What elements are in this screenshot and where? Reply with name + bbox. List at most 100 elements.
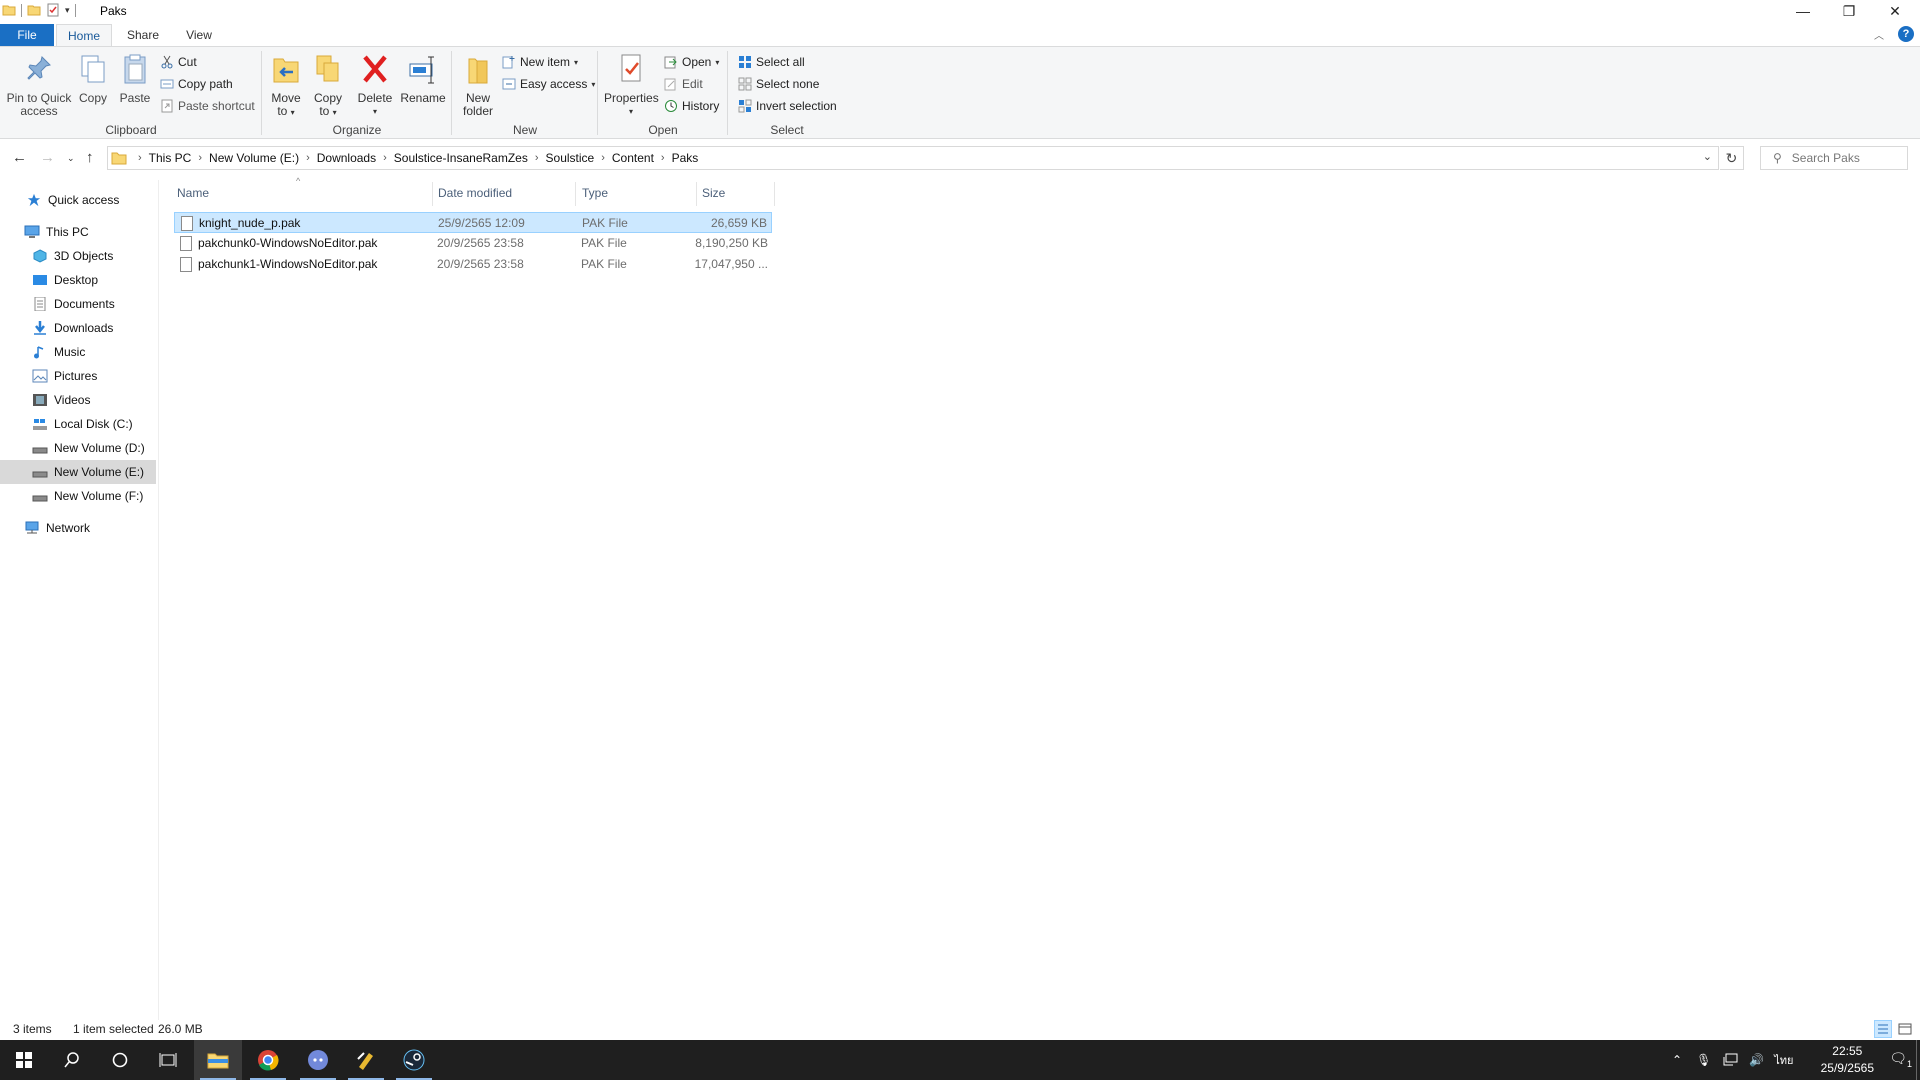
select-none-button[interactable]: Select none: [738, 75, 819, 93]
nav-item-downloads[interactable]: Downloads: [0, 316, 156, 340]
forward-arrow-icon[interactable]: →: [40, 149, 55, 166]
nav-item-local-disk-c[interactable]: Local Disk (C:): [0, 412, 156, 436]
paste-button[interactable]: Paste: [118, 53, 152, 105]
taskbar-file-explorer[interactable]: [194, 1040, 242, 1080]
microphone-icon[interactable]: 🎙: [1696, 1053, 1711, 1067]
column-header-name[interactable]: Name: [177, 182, 209, 204]
history-button[interactable]: History: [664, 97, 719, 115]
rename-button[interactable]: Rename: [400, 53, 446, 105]
cortana-button[interactable]: [96, 1040, 144, 1080]
network-icon[interactable]: [1723, 1053, 1739, 1067]
collapse-ribbon-icon[interactable]: ︿: [1874, 27, 1884, 42]
column-header-date[interactable]: Date modified: [438, 182, 512, 204]
tab-share[interactable]: Share: [116, 24, 170, 46]
new-folder-icon[interactable]: [27, 3, 41, 17]
file-row[interactable]: knight_nude_p.pak 25/9/2565 12:09 PAK Fi…: [174, 212, 772, 233]
breadcrumb-item[interactable]: Soulstice-InsaneRamZes: [394, 151, 528, 165]
tab-home[interactable]: Home: [56, 24, 112, 46]
easy-access-button[interactable]: Easy access ▾: [502, 75, 595, 93]
breadcrumb-item[interactable]: Content: [612, 151, 654, 165]
file-row[interactable]: pakchunk0-WindowsNoEditor.pak 20/9/2565 …: [174, 233, 772, 254]
move-to-button[interactable]: Move to ▾: [268, 53, 304, 119]
nav-item-volume-f[interactable]: New Volume (F:): [0, 484, 156, 508]
file-row[interactable]: pakchunk1-WindowsNoEditor.pak 20/9/2565 …: [174, 254, 772, 275]
details-view-icon[interactable]: [1874, 1020, 1892, 1038]
show-hidden-icons-icon[interactable]: ⌃: [1672, 1053, 1682, 1067]
column-separator[interactable]: [575, 182, 576, 206]
show-desktop-button[interactable]: [1916, 1040, 1920, 1080]
refresh-button[interactable]: ↻: [1720, 146, 1744, 170]
nav-item-this-pc[interactable]: This PC: [0, 220, 156, 244]
cut-button[interactable]: Cut: [160, 53, 197, 71]
search-button[interactable]: [48, 1040, 96, 1080]
properties-icon[interactable]: [46, 3, 60, 17]
nav-item-desktop[interactable]: Desktop: [0, 268, 156, 292]
new-item-button[interactable]: New item ▾: [502, 53, 578, 71]
dropdown-caret-icon: ▾: [372, 107, 377, 116]
recent-locations-icon[interactable]: ⌄: [67, 153, 75, 164]
breadcrumb-item[interactable]: Paks: [672, 151, 699, 165]
start-button[interactable]: [0, 1040, 48, 1080]
delete-button[interactable]: Delete ▾: [356, 53, 394, 118]
taskbar-app[interactable]: [342, 1040, 390, 1080]
column-header-type[interactable]: Type: [582, 182, 608, 204]
address-bar[interactable]: › This PC › New Volume (E:) › Downloads › Souls…: [107, 146, 1719, 170]
help-icon[interactable]: ?: [1898, 26, 1914, 42]
nav-item-quick-access[interactable]: Quick access: [0, 188, 156, 212]
pane-splitter[interactable]: [158, 180, 159, 1020]
nav-item-volume-e[interactable]: New Volume (E:): [0, 460, 156, 484]
nav-item-network[interactable]: Network: [0, 516, 156, 540]
back-arrow-icon[interactable]: ←: [12, 149, 27, 166]
copy-to-button[interactable]: Copy to ▾: [310, 53, 346, 119]
nav-item-documents[interactable]: Documents: [0, 292, 156, 316]
breadcrumb-separator-icon[interactable]: ›: [383, 152, 387, 164]
up-arrow-icon[interactable]: ↑: [86, 149, 94, 166]
breadcrumb-separator-icon[interactable]: ›: [138, 152, 142, 164]
properties-button[interactable]: Properties ▾: [604, 53, 659, 118]
tab-file[interactable]: File: [0, 24, 54, 46]
nav-item-videos[interactable]: Videos: [0, 388, 156, 412]
minimize-button[interactable]: —: [1780, 0, 1826, 22]
breadcrumb-separator-icon[interactable]: ›: [198, 152, 202, 164]
volume-icon[interactable]: 🔊: [1749, 1053, 1764, 1067]
select-all-button[interactable]: Select all: [738, 53, 805, 71]
action-center-button[interactable]: 🗨1: [1889, 1050, 1912, 1069]
taskbar-discord[interactable]: [294, 1040, 342, 1080]
pin-to-quick-access-button[interactable]: Pin to Quick access: [6, 53, 72, 118]
nav-item-pictures[interactable]: Pictures: [0, 364, 156, 388]
task-view-button[interactable]: [144, 1040, 192, 1080]
clock[interactable]: 22:55 25/9/2565: [1821, 1043, 1874, 1077]
breadcrumb-separator-icon[interactable]: ›: [535, 152, 539, 164]
breadcrumb-item[interactable]: Downloads: [317, 151, 376, 165]
breadcrumb-separator-icon[interactable]: ›: [306, 152, 310, 164]
invert-selection-button[interactable]: Invert selection: [738, 97, 837, 115]
restore-button[interactable]: ❐: [1826, 0, 1872, 22]
taskbar-chrome[interactable]: [244, 1040, 292, 1080]
address-history-dropdown-icon[interactable]: ⌄: [1703, 150, 1712, 163]
customize-qat-icon[interactable]: ▾: [65, 5, 70, 16]
open-button[interactable]: Open ▾: [664, 53, 719, 71]
breadcrumb-separator-icon[interactable]: ›: [661, 152, 665, 164]
breadcrumb-item[interactable]: Soulstice: [546, 151, 595, 165]
column-separator[interactable]: [774, 182, 775, 206]
nav-item-music[interactable]: Music: [0, 340, 156, 364]
close-button[interactable]: ✕: [1872, 0, 1918, 22]
input-language[interactable]: ไทย: [1774, 1051, 1793, 1069]
search-input[interactable]: ⚲ Search Paks: [1760, 146, 1908, 170]
edit-button[interactable]: Edit: [664, 75, 703, 93]
taskbar-steam[interactable]: [390, 1040, 438, 1080]
breadcrumb-item[interactable]: New Volume (E:): [209, 151, 299, 165]
tab-view[interactable]: View: [172, 24, 226, 46]
copy-button[interactable]: Copy: [76, 53, 110, 105]
copy-path-button[interactable]: Copy path: [160, 75, 233, 93]
nav-item-3d-objects[interactable]: 3D Objects: [0, 244, 156, 268]
breadcrumb-separator-icon[interactable]: ›: [601, 152, 605, 164]
column-header-size[interactable]: Size: [702, 182, 725, 204]
new-folder-button[interactable]: New folder: [458, 53, 498, 118]
column-separator[interactable]: [696, 182, 697, 206]
large-icons-view-icon[interactable]: [1896, 1020, 1914, 1038]
nav-item-volume-d[interactable]: New Volume (D:): [0, 436, 156, 460]
column-separator[interactable]: [432, 182, 433, 206]
breadcrumb-item[interactable]: This PC: [149, 151, 192, 165]
paste-shortcut-button[interactable]: Paste shortcut: [160, 97, 255, 115]
